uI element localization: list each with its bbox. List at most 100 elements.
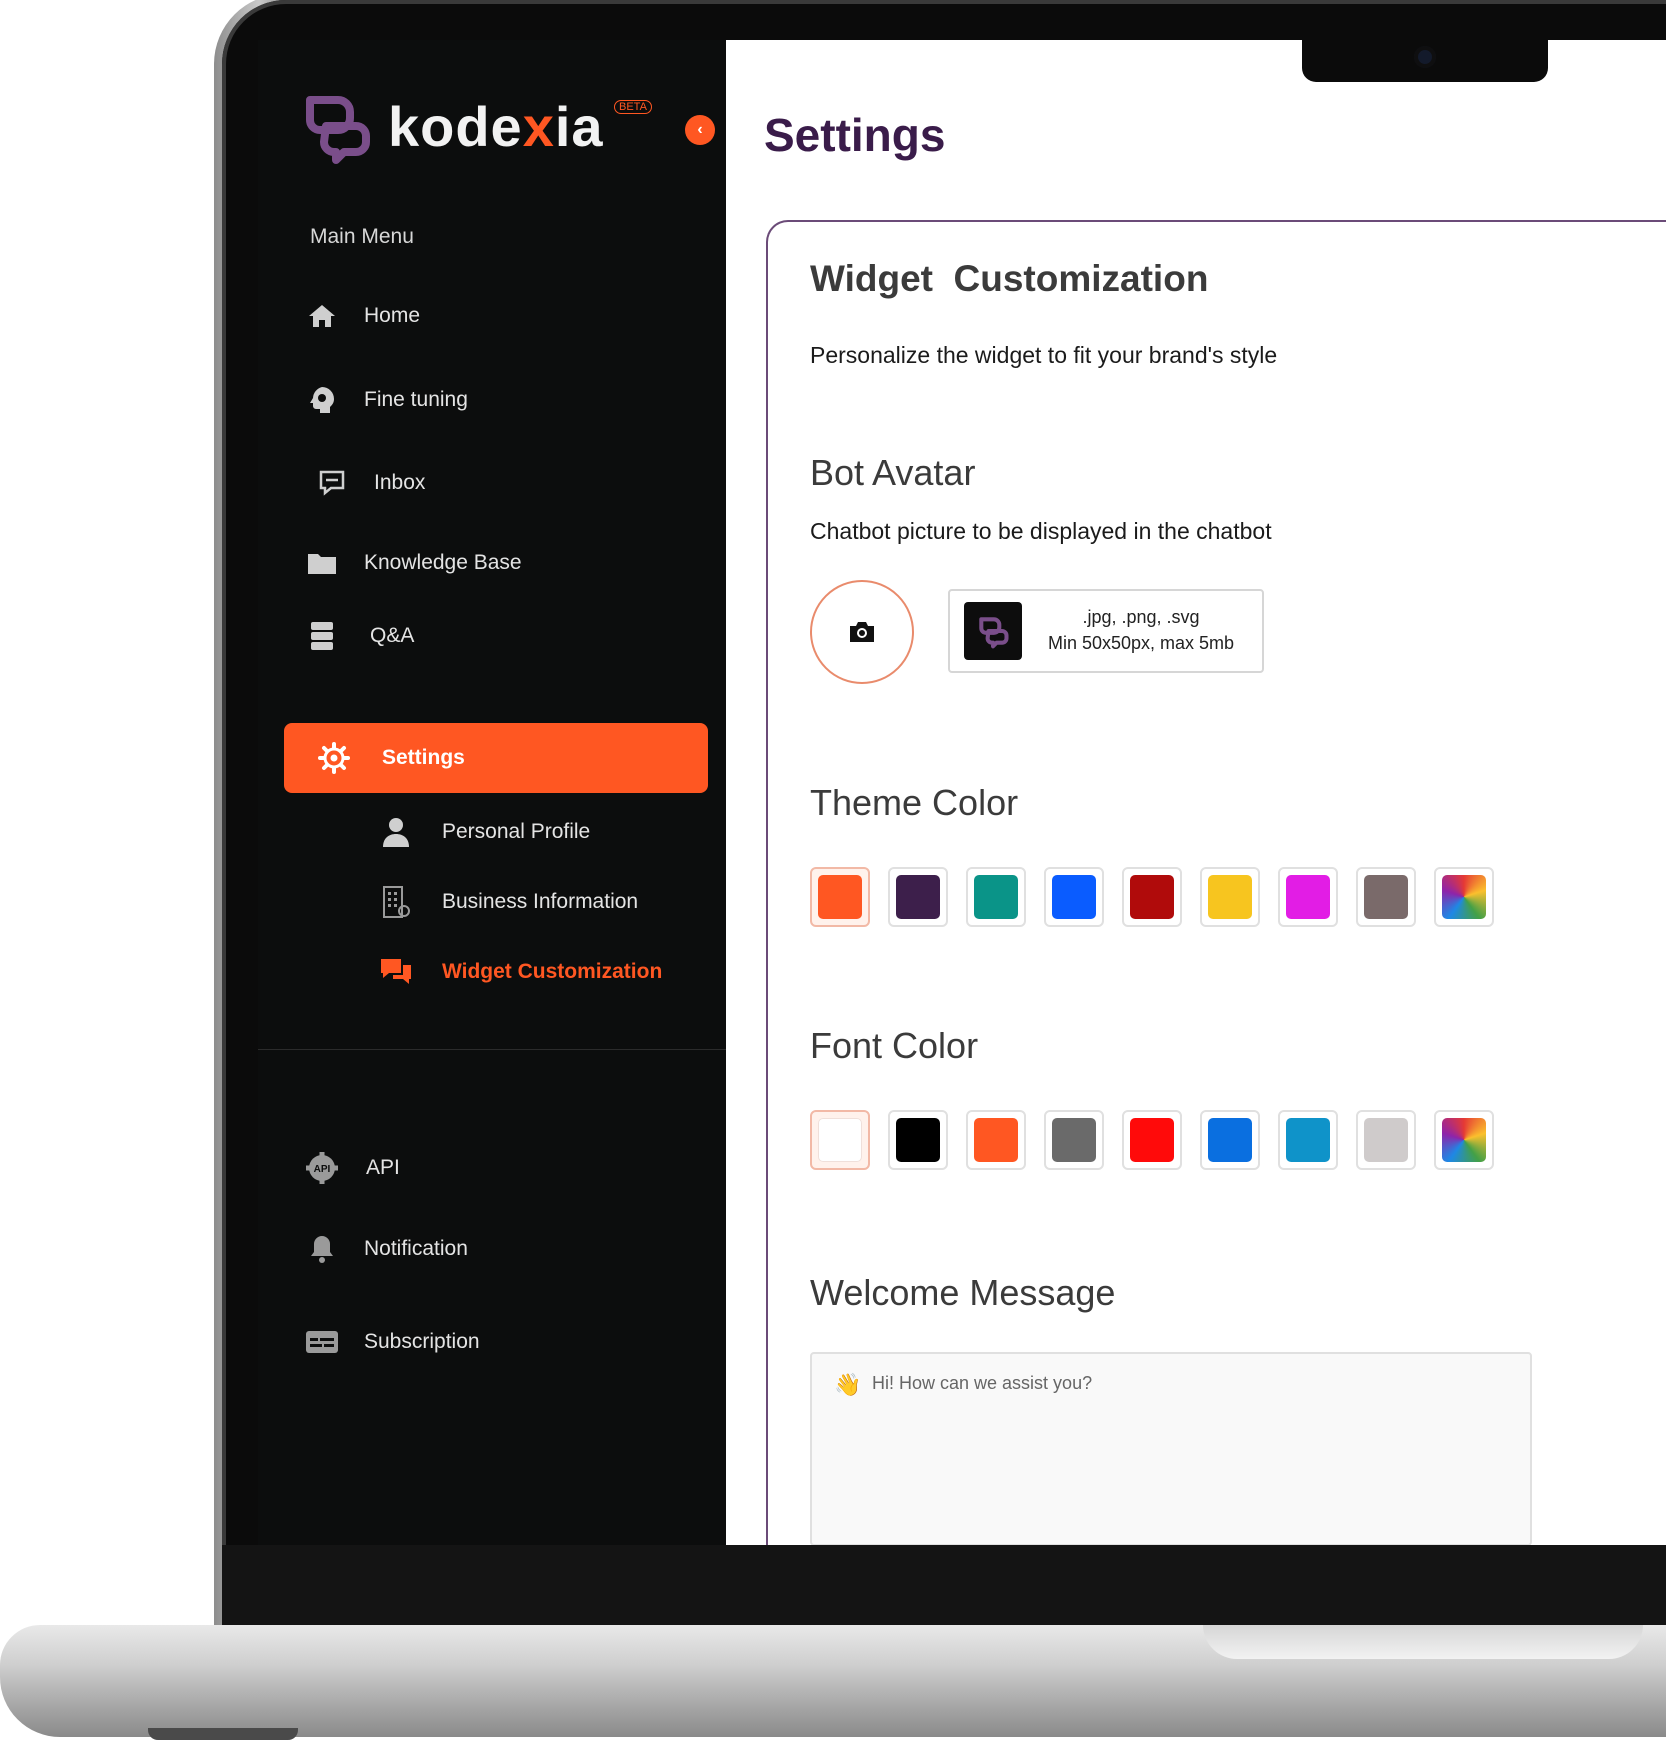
font-color-swatch-fill [818, 1118, 862, 1162]
brand-name: kodexia [388, 94, 604, 158]
sidebar-subitem-personal-profile[interactable]: Personal Profile [378, 814, 590, 850]
sidebar-subitem-widget-customization[interactable]: Widget Customization [378, 954, 662, 990]
sidebar-item-label: Inbox [374, 471, 426, 494]
main-menu-heading: Main Menu [310, 225, 414, 248]
avatar-preview [964, 602, 1022, 660]
upload-limits: Min 50x50px, max 5mb [1047, 633, 1235, 653]
building-icon [378, 884, 414, 920]
theme-color-swatch[interactable] [1278, 867, 1338, 927]
user-icon [378, 814, 414, 850]
sidebar-subitem-label: Business Information [442, 890, 639, 913]
theme-color-swatch[interactable] [1122, 867, 1182, 927]
page-title: Settings [764, 109, 946, 161]
sidebar-item-subscription[interactable]: Subscription [304, 1324, 480, 1360]
theme-color-swatch-fill [896, 875, 940, 919]
font-color-swatch[interactable] [1278, 1110, 1338, 1170]
theme-color-swatch[interactable] [1044, 867, 1104, 927]
waving-hand-icon: 👋 [834, 1372, 862, 1397]
font-color-title: Font Color [810, 1025, 979, 1066]
theme-color-swatch-fill [1442, 875, 1486, 919]
theme-color-swatches [810, 867, 1494, 927]
theme-color-swatch[interactable] [888, 867, 948, 927]
font-color-swatch[interactable] [966, 1110, 1026, 1170]
theme-color-swatch[interactable] [1434, 867, 1494, 927]
font-color-swatch-fill [1442, 1118, 1486, 1162]
font-color-swatches [810, 1110, 1494, 1170]
sidebar-item-label: Settings [382, 746, 465, 769]
font-color-swatch-fill [1208, 1118, 1252, 1162]
laptop-opening-notch [1203, 1625, 1643, 1659]
theme-color-swatch-fill [1052, 875, 1096, 919]
laptop-foot [148, 1728, 298, 1740]
card-description: Personalize the widget to fit your brand… [810, 342, 1278, 368]
bot-avatar-title: Bot Avatar [810, 452, 976, 493]
folder-icon [304, 545, 340, 581]
sidebar-item-label: Knowledge Base [364, 551, 522, 574]
font-color-swatch-fill [896, 1118, 940, 1162]
brain-gear-icon [304, 382, 340, 418]
theme-color-swatch-fill [1208, 875, 1252, 919]
avatar-upload-box[interactable]: .jpg, .png, .svg Min 50x50px, max 5mb [948, 589, 1264, 673]
theme-color-title: Theme Color [810, 782, 1019, 823]
font-color-swatch[interactable] [1044, 1110, 1104, 1170]
chat-bubbles-icon [378, 954, 414, 990]
logo-mark-icon [306, 96, 370, 164]
theme-color-swatch[interactable] [1200, 867, 1260, 927]
theme-color-swatch-fill [974, 875, 1018, 919]
sidebar-subitem-business-information[interactable]: Business Information [378, 884, 638, 920]
camera-icon [850, 622, 874, 642]
sidebar-item-home[interactable]: Home [304, 298, 420, 334]
sidebar-item-knowledge-base[interactable]: Knowledge Base [304, 545, 522, 581]
font-color-swatch[interactable] [810, 1110, 870, 1170]
font-color-swatch[interactable] [1356, 1110, 1416, 1170]
sidebar-item-label: Home [364, 304, 421, 327]
sidebar-item-api[interactable]: API API [304, 1150, 400, 1186]
welcome-message-input[interactable] [870, 1372, 1494, 1395]
theme-color-swatch-fill [1364, 875, 1408, 919]
welcome-message-title: Welcome Message [810, 1272, 1116, 1313]
font-color-swatch-fill [1286, 1118, 1330, 1162]
font-color-swatch[interactable] [1200, 1110, 1260, 1170]
sidebar-item-fine-tuning[interactable]: Fine tuning [304, 382, 468, 418]
sidebar-item-label: API [366, 1156, 400, 1179]
font-color-swatch-fill [1130, 1118, 1174, 1162]
theme-color-swatch[interactable] [810, 867, 870, 927]
collapse-sidebar-button[interactable]: ‹ [685, 115, 715, 145]
font-color-swatch[interactable] [1122, 1110, 1182, 1170]
theme-color-swatch[interactable] [966, 867, 1026, 927]
card-title: Widget Customization [810, 258, 1209, 299]
font-color-swatch[interactable] [888, 1110, 948, 1170]
sidebar-item-inbox[interactable]: Inbox [304, 465, 425, 501]
beta-badge: BETA [614, 100, 652, 114]
svg-text:API: API [314, 1164, 331, 1175]
sidebar-item-label: Fine tuning [364, 388, 468, 411]
font-color-swatch[interactable] [1434, 1110, 1494, 1170]
card-icon [304, 1324, 340, 1360]
sidebar-item-label: Subscription [364, 1330, 480, 1353]
theme-color-swatch[interactable] [1356, 867, 1416, 927]
brand-logo[interactable]: kodexia [296, 86, 604, 166]
message-icon [314, 465, 350, 501]
font-color-swatch-fill [1364, 1118, 1408, 1162]
bell-icon [304, 1231, 340, 1267]
theme-color-swatch-fill [1130, 875, 1174, 919]
sidebar-item-qa[interactable]: Q&A [304, 618, 414, 654]
logo-mark-icon [979, 617, 1009, 649]
chevron-left-icon: ‹ [697, 121, 703, 138]
sidebar-item-label: Notification [364, 1237, 468, 1260]
bot-avatar-description: Chatbot picture to be displayed in the c… [810, 518, 1272, 544]
sidebar-item-notification[interactable]: Notification [304, 1231, 468, 1267]
theme-color-swatch-fill [1286, 875, 1330, 919]
gear-icon [316, 740, 352, 776]
sidebar-item-label: Q&A [370, 624, 415, 647]
avatar-upload-button[interactable] [810, 580, 914, 684]
main-content: Settings Widget Customization Personaliz… [726, 40, 1666, 1545]
screen: kodexia BETA ‹ Main Menu Home Fine tunin… [258, 40, 1666, 1545]
sidebar-item-settings[interactable]: Settings [284, 723, 708, 793]
welcome-message-field[interactable]: 👋 [810, 1352, 1532, 1545]
sidebar-divider [258, 1049, 726, 1050]
theme-color-swatch-fill [818, 875, 862, 919]
laptop-chin [222, 1545, 1666, 1625]
sidebar-subitem-label: Personal Profile [442, 820, 591, 843]
sidebar: kodexia BETA ‹ Main Menu Home Fine tunin… [258, 40, 726, 1545]
